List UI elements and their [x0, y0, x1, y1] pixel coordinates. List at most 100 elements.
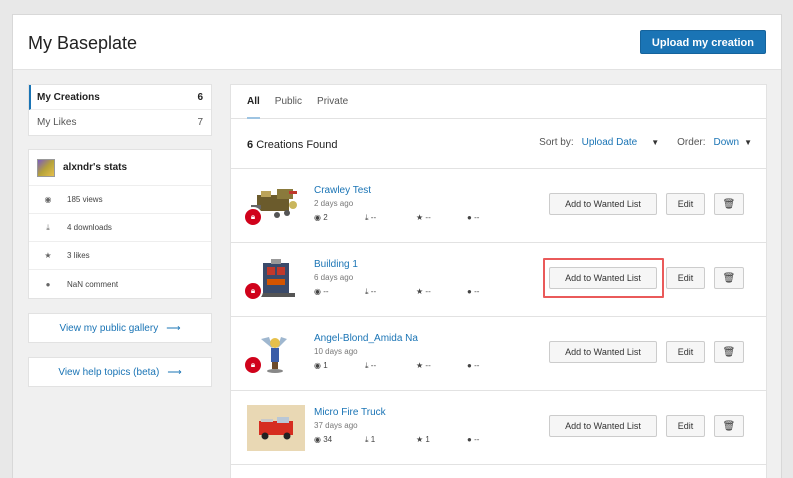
creation-title[interactable]: Micro Fire Truck: [314, 407, 386, 418]
sidebar-item-label: My Likes: [37, 117, 77, 128]
downloads-count: --: [370, 213, 377, 222]
results-bar: 6 Creations Found Sort by: Upload Date ▼…: [231, 119, 766, 169]
stats-header: alxndr's stats: [29, 150, 211, 186]
likes-count: 1: [425, 435, 430, 444]
sidebar-item-label: My Creations: [37, 91, 100, 103]
downloads-count: 1: [370, 435, 376, 444]
comment-icon: ●: [467, 435, 472, 444]
creation-metrics: ◉ 1 ⤓ -- ★ -- ● --: [314, 361, 507, 371]
creation-age: 2 days ago: [314, 199, 354, 208]
comments-count: --: [474, 435, 480, 444]
likes-metric: ★ --: [416, 361, 467, 371]
comments-metric: ● --: [467, 213, 507, 223]
gallery-link-label: View my public gallery: [59, 322, 159, 334]
likes-metric: ★ --: [416, 287, 467, 297]
lock-icon: 🔒︎: [243, 281, 263, 301]
download-icon: ⤓: [365, 435, 369, 444]
stat-row-downloads: ⤓ 4 downloads: [29, 214, 211, 242]
views-count: 2: [323, 213, 328, 222]
chevron-down-icon[interactable]: ▼: [651, 138, 659, 147]
found-number: 6: [247, 139, 254, 151]
creation-title[interactable]: Building 1: [314, 259, 358, 270]
comments-count: --: [474, 361, 480, 370]
likes-count: --: [425, 361, 431, 370]
comment-icon: ●: [467, 287, 472, 296]
star-icon: ★: [416, 287, 424, 296]
sidebar-item-my-likes[interactable]: My Likes 7: [29, 110, 211, 135]
creation-row: 🔒︎ Crawley Test 2 days ago ◉ 2 ⤓ -- ★ --…: [231, 169, 766, 243]
results-count: 6 Creations Found: [247, 139, 338, 151]
comments-metric: ● --: [467, 361, 507, 371]
trash-icon[interactable]: 🗑︎: [714, 415, 744, 437]
sidebar-item-count: 7: [197, 117, 203, 128]
download-icon: ⤓: [365, 361, 369, 370]
creation-age: 10 days ago: [314, 347, 358, 356]
sidebar-item-my-creations[interactable]: My Creations 6: [29, 85, 211, 110]
downloads-count: --: [370, 287, 377, 296]
views-count: --: [323, 287, 329, 296]
download-icon: ⤓: [365, 287, 369, 296]
creation-thumbnail[interactable]: [247, 405, 305, 451]
sort-select[interactable]: Upload Date: [582, 137, 638, 148]
creation-metrics: ◉ 2 ⤓ -- ★ -- ● --: [314, 213, 507, 223]
likes-metric: ★ 1: [416, 435, 467, 445]
stat-label: 185 views: [67, 195, 103, 204]
stat-label: 3 likes: [67, 251, 90, 260]
upload-creation-button[interactable]: Upload my creation: [639, 30, 766, 54]
lock-icon: 🔒︎: [243, 207, 263, 227]
views-metric: ◉ 2: [314, 213, 365, 223]
stat-row-likes: ★ 3 likes: [29, 242, 211, 270]
found-text: Creations Found: [256, 139, 338, 151]
creation-metrics: ◉ 34 ⤓ 1 ★ 1 ● --: [314, 435, 507, 445]
download-icon: ⤓: [46, 222, 50, 232]
star-icon: ★: [416, 361, 424, 370]
stat-label: NaN comment: [67, 279, 119, 289]
star-icon: ★: [44, 251, 52, 260]
eye-icon: ◉: [314, 213, 321, 222]
page-header: My Baseplate Upload my creation: [13, 15, 781, 70]
sidebar-nav: My Creations 6 My Likes 7: [28, 84, 212, 136]
trash-icon[interactable]: 🗑︎: [714, 341, 744, 363]
view-help-topics-link[interactable]: View help topics (beta) ⟶: [28, 357, 212, 387]
add-to-wanted-list-button[interactable]: Add to Wanted List: [549, 415, 657, 437]
lock-icon: 🔒︎: [243, 355, 263, 375]
comments-count: --: [474, 287, 480, 296]
comments-metric: ● --: [467, 287, 507, 297]
order-select[interactable]: Down: [714, 137, 740, 148]
trash-icon[interactable]: 🗑︎: [714, 267, 744, 289]
view-public-gallery-link[interactable]: View my public gallery ⟶: [28, 313, 212, 343]
comments-metric: ● --: [467, 435, 507, 445]
sort-label: Sort by:: [539, 137, 574, 148]
add-to-wanted-list-button[interactable]: Add to Wanted List: [549, 341, 657, 363]
downloads-metric: ⤓ 1: [365, 435, 416, 445]
downloads-metric: ⤓ --: [365, 213, 416, 223]
views-count: 34: [323, 435, 333, 444]
add-to-wanted-list-button[interactable]: Add to Wanted List: [549, 267, 657, 289]
download-icon: ⤓: [365, 213, 369, 222]
avatar: [37, 158, 55, 177]
creation-row: 🔒︎ Angel-Blond_Amida Na 10 days ago ◉ 1 …: [231, 317, 766, 391]
help-link-label: View help topics (beta): [58, 366, 160, 378]
arrow-right-icon: ⟶: [166, 322, 181, 334]
stats-title: alxndr's stats: [63, 162, 128, 173]
tab-public[interactable]: Public: [275, 85, 302, 119]
order-label: Order:: [677, 137, 706, 148]
chevron-down-icon[interactable]: ▼: [744, 138, 752, 147]
creation-title[interactable]: Angel-Blond_Amida Na: [314, 333, 418, 344]
tab-all[interactable]: All: [247, 85, 260, 119]
add-to-wanted-list-button[interactable]: Add to Wanted List: [549, 193, 657, 215]
filter-tabs: All Public Private: [231, 85, 766, 119]
creation-row: 🔒︎ Building 1 6 days ago ◉ -- ⤓ -- ★ -- …: [231, 243, 766, 317]
views-metric: ◉ 1: [314, 361, 365, 371]
edit-button[interactable]: Edit: [666, 267, 705, 289]
likes-count: --: [425, 287, 431, 296]
views-metric: ◉ 34: [314, 435, 365, 445]
edit-button[interactable]: Edit: [666, 341, 705, 363]
creation-title[interactable]: Crawley Test: [314, 185, 371, 196]
views-count: 1: [323, 361, 328, 370]
trash-icon[interactable]: 🗑︎: [714, 193, 744, 215]
stat-label: 4 downloads: [67, 223, 112, 232]
edit-button[interactable]: Edit: [666, 415, 705, 437]
tab-private[interactable]: Private: [317, 85, 348, 119]
edit-button[interactable]: Edit: [666, 193, 705, 215]
